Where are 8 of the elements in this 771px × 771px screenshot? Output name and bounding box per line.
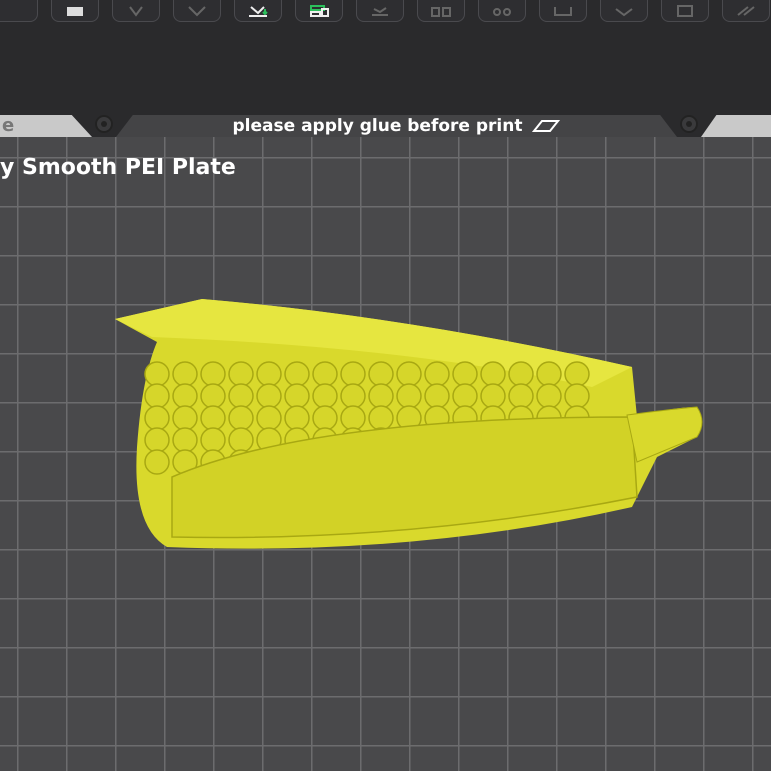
plate-tab[interactable]: e — [0, 115, 92, 137]
plate-notice: please apply glue before print — [232, 116, 522, 136]
plate-name: y Smooth PEI Plate — [0, 155, 236, 180]
layout-icon — [307, 5, 331, 17]
plate-tab[interactable] — [701, 115, 771, 137]
pencil-icon[interactable] — [532, 118, 560, 134]
arrange-icon — [246, 5, 270, 17]
split-icon — [429, 5, 453, 17]
